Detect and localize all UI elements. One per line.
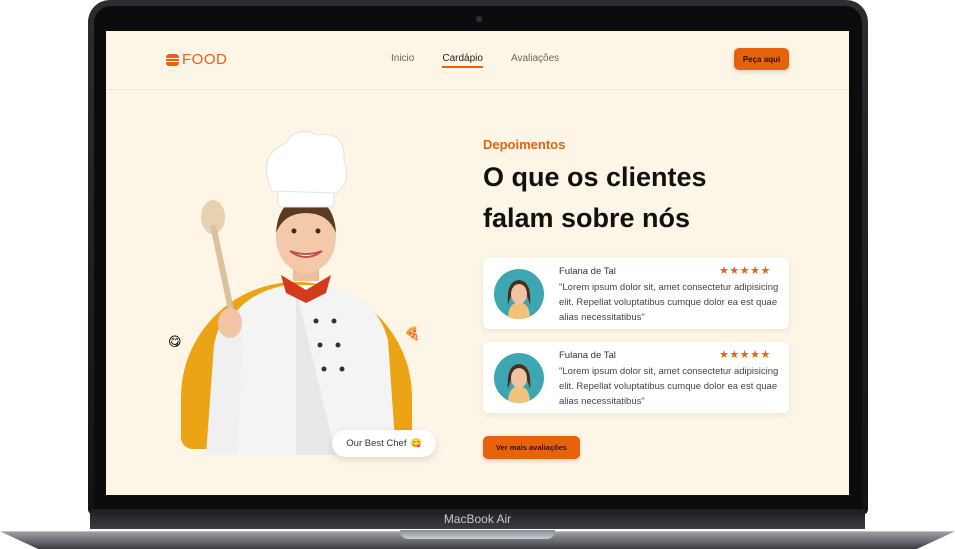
star-rating-icon: ★★★★★ [719,264,771,277]
more-reviews-button[interactable]: Ver mais avaliações [483,436,580,459]
reviewer-name: Fulana de Tal [559,350,616,361]
nav-link-inicio[interactable]: Inicio [391,53,414,68]
emoji-left-icon: 😋 [168,335,182,350]
burger-icon [166,53,179,66]
device-label: MacBook Air [443,512,512,526]
chef-badge-label: Our Best Chef [346,438,407,449]
chef-badge: Our Best Chef 😋 [332,430,436,457]
reviewer-name: Fulana de Tal [559,266,616,277]
logo-text: FOOD [182,51,228,68]
navbar: FOOD Inicio Cardápio Avaliações Peça aqu… [106,31,849,90]
section-heading: O que os clientes falam sobre nós [483,162,707,233]
avatar [494,269,544,319]
logo[interactable]: FOOD [166,51,227,68]
review-text: "Lorem ipsum dolor sit, amet consectetur… [559,366,779,407]
chef-image [201,130,396,455]
order-button[interactable]: Peça aqui [734,48,789,70]
review-text: "Lorem ipsum dolor sit, amet consectetur… [559,282,779,323]
avatar [494,353,544,403]
camera [476,16,482,22]
star-rating-icon: ★★★★★ [719,348,771,361]
section-eyebrow: Depoimentos [483,137,566,152]
nav-link-avaliacoes[interactable]: Avaliações [511,53,559,68]
nav-link-cardapio[interactable]: Cardápio [442,53,483,68]
chef-badge-emoji-icon: 😋 [410,438,422,448]
laptop-notch [400,530,555,539]
testimonial-card: Fulana de Tal ★★★★★ "Lorem ipsum dolor s… [483,258,789,329]
pizza-icon: 🍕 [404,327,421,342]
nav-links: Inicio Cardápio Avaliações [391,53,559,68]
screen: FOOD Inicio Cardápio Avaliações Peça aqu… [106,31,849,495]
testimonial-card: Fulana de Tal ★★★★★ "Lorem ipsum dolor s… [483,342,789,413]
